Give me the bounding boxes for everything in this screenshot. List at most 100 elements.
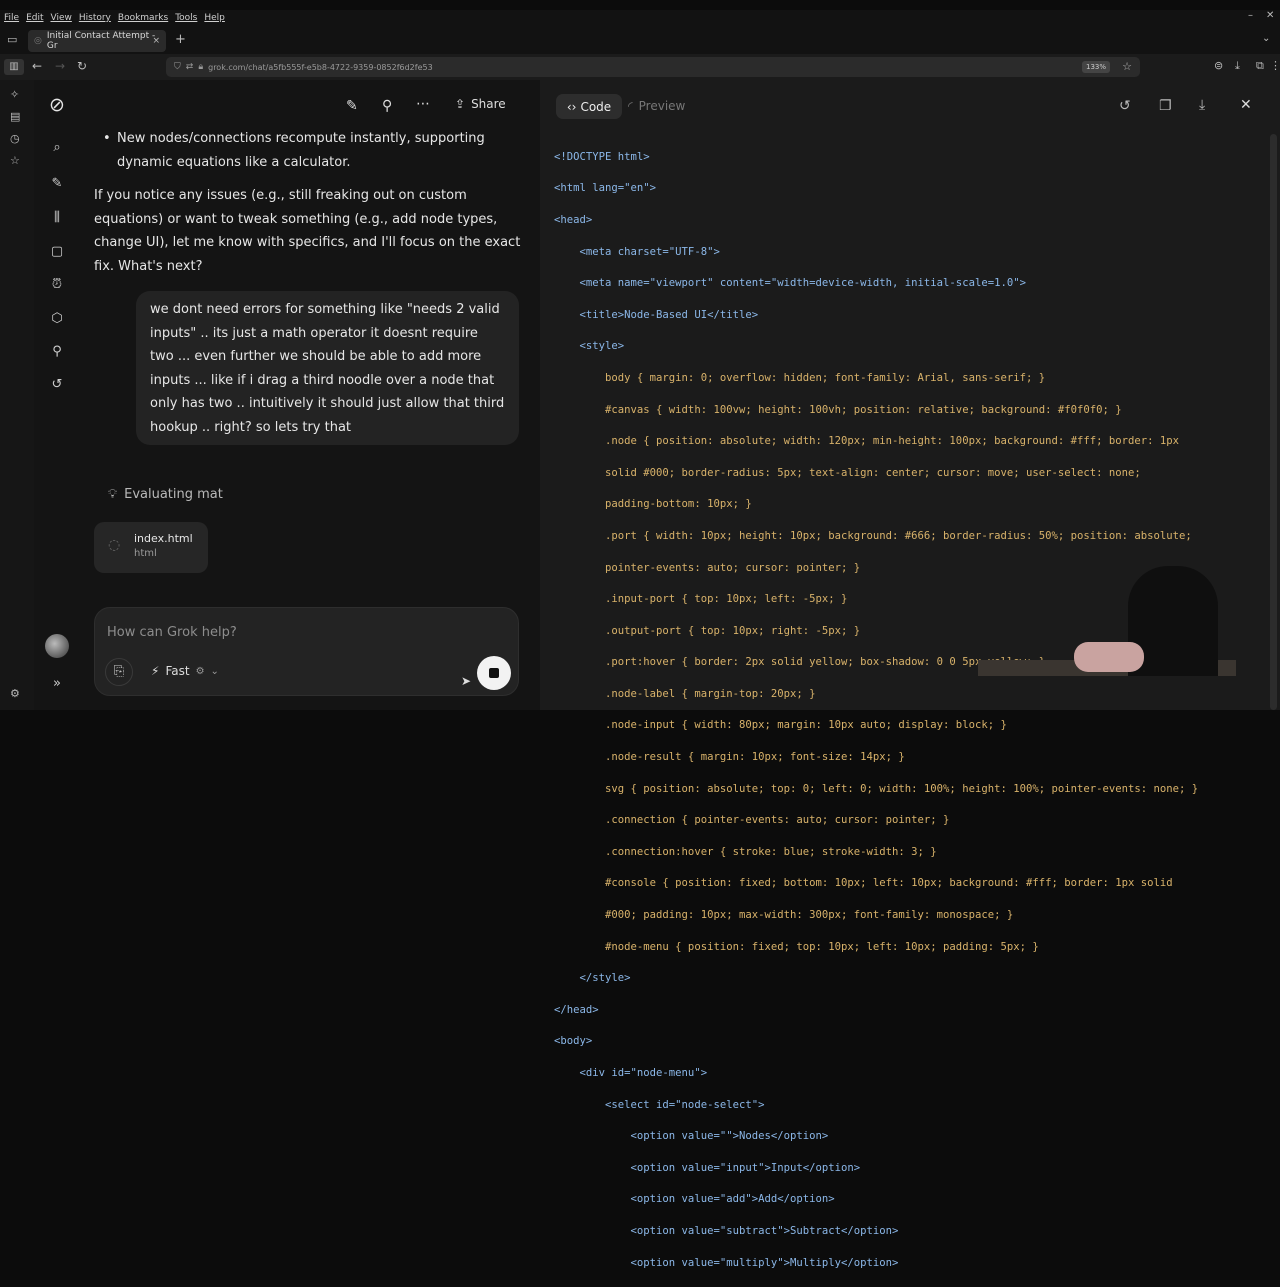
code-line: <style> [554,340,625,353]
thinking-status[interactable]: 💡︎ Evaluating mat [108,487,223,502]
history-clock-icon[interactable]: ↺ [1119,98,1131,114]
stop-icon [489,668,499,678]
ai-chat-icon[interactable]: ✧ [10,89,19,100]
share-button[interactable]: ⇪ Share [455,97,506,111]
tab-list-icon[interactable]: ▭ [7,34,17,45]
projects-icon[interactable]: ⬡ [47,311,67,326]
thinking-status-text: Evaluating mat [124,487,223,502]
code-scrollbar[interactable] [1270,134,1277,710]
history-icon[interactable]: ◷ [10,133,20,144]
edit-icon[interactable]: ✎ [346,98,358,114]
menu-help[interactable]: Help [204,13,225,23]
settings-gear-icon[interactable]: ⚙ [10,688,20,699]
tab-code-label: Code [580,99,612,114]
code-line: #console { position: fixed; bottom: 10px… [554,877,1173,890]
preview-spinner-icon: ◜ [628,99,633,113]
tab-bar: ▭ ◎ Initial Contact Attempt - Gr × + ⌄ [0,26,1280,54]
tab-code[interactable]: ‹› Code [556,94,622,119]
stop-button[interactable] [477,656,511,690]
mode-label: Fast [165,664,190,678]
code-line: #canvas { width: 100vw; height: 100vh; p… [554,403,1122,416]
tab-close-icon[interactable]: × [152,36,160,46]
code-line: <option value="add">Add</option> [554,1193,835,1206]
chevron-down-icon[interactable]: ⌄ [1262,34,1270,44]
code-line: <head> [554,213,593,226]
attach-icon[interactable]: ⎘ [105,658,133,686]
code-line: <!DOCTYPE html> [554,150,650,163]
reload-icon[interactable]: ↻ [77,60,87,72]
code-line: <body> [554,1035,593,1048]
code-line: <title>Node-Based UI</title> [554,308,759,321]
webcam-hands [1074,642,1144,672]
nav-bar: ▥ ← → ↻ ⛉ ⇄ 🔒︎ grok.com/chat/a5fb555f-e5… [0,54,1280,80]
mode-selector[interactable]: ⚡︎ Fast ⚙ ⌄ [151,664,219,678]
menu-bar: File Edit View History Bookmarks Tools H… [0,10,1280,26]
menu-file[interactable]: File [4,13,19,23]
more-icon[interactable]: ⋯ [416,96,430,112]
tab-active[interactable]: ◎ Initial Contact Attempt - Gr × [28,30,166,52]
bullet-item: • New nodes/connections recompute instan… [103,127,513,174]
code-line: svg { position: absolute; top: 0; left: … [554,782,1199,795]
code-line: <option value="multiply">Multiply</optio… [554,1256,899,1269]
code-line: <meta name="viewport" content="width=dev… [554,277,1026,290]
extensions-icon[interactable]: ⧉ [1256,60,1264,71]
chevron-down-icon: ⌄ [210,665,219,677]
new-tab-icon[interactable]: + [175,33,186,46]
tab-favicon-icon: ◎ [34,36,42,46]
close-panel-icon[interactable]: ✕ [1240,97,1252,113]
bookmark-star-icon[interactable]: ☆ [1122,60,1132,73]
close-window-icon[interactable]: ✕ [1266,10,1274,21]
mouse-cursor-icon: ➤ [461,674,472,688]
grok-logo-icon[interactable]: ⊘ [47,94,67,116]
file-card[interactable]: ◌ index.html html [94,522,208,573]
menu-view[interactable]: View [51,13,72,23]
tasks-icon[interactable]: ⏰︎ [47,277,67,292]
sidebar-toggle-icon[interactable]: ▥ [4,59,24,75]
share-label: Share [471,97,506,111]
sync-icon[interactable]: ⊜ [1214,60,1223,71]
menu-bookmarks[interactable]: Bookmarks [118,13,168,23]
menu-history[interactable]: History [79,13,111,23]
code-line: solid #000; border-radius: 5px; text-ali… [554,466,1141,479]
code-line: .node { position: absolute; width: 120px… [554,435,1180,448]
tab-preview-label: Preview [638,99,686,113]
new-chat-icon[interactable]: ✎ [47,176,67,191]
code-line: .connection { pointer-events: auto; curs… [554,814,950,827]
forward-icon[interactable]: → [55,60,65,72]
pin-icon[interactable]: ⚲ [47,344,67,359]
code-line: <html lang="en"> [554,182,657,195]
code-line: .node-label { margin-top: 20px; } [554,687,816,700]
menu-icon[interactable]: ⋮ [1270,60,1280,71]
menu-edit[interactable]: Edit [26,13,43,23]
zoom-badge[interactable]: 133% [1081,61,1110,73]
chat-input[interactable]: How can Grok help? [107,625,237,640]
search-icon[interactable]: ⌕ [47,140,67,155]
voice-icon[interactable]: ⫼ [47,210,67,225]
code-line: </head> [554,1003,599,1016]
minimize-icon[interactable]: – [1248,10,1253,21]
copy-icon[interactable]: ❐ [1159,98,1172,114]
files-icon[interactable]: ▢ [47,244,67,259]
pin-chat-icon[interactable]: ⚲ [382,98,392,114]
code-line: #node-menu { position: fixed; top: 10px;… [554,940,1039,953]
code-line: .port { width: 10px; height: 10px; backg… [554,529,1192,542]
download-icon[interactable]: ⤓ [1235,60,1240,71]
code-line: padding-bottom: 10px; } [554,498,752,511]
download-code-icon[interactable]: ⤓ [1199,97,1205,113]
code-line: .node-input { width: 80px; margin: 10px … [554,719,1007,732]
history-rail-icon[interactable]: ↺ [47,377,67,392]
avatar[interactable] [45,634,69,658]
bookmarks-icon[interactable]: ☆ [10,155,20,166]
code-line: .node-result { margin: 10px; font-size: … [554,751,905,764]
bolt-icon: ⚡︎ [151,664,160,678]
url-bar[interactable]: ⛉ ⇄ 🔒︎ grok.com/chat/a5fb555f-e5b8-4722-… [166,57,1140,77]
mode-settings-icon: ⚙ [195,665,205,677]
composer: How can Grok help? ⎘ ⚡︎ Fast ⚙ ⌄ ➤ [94,607,519,696]
expand-icon[interactable]: » [47,676,67,691]
back-icon[interactable]: ← [32,60,42,72]
library-icon[interactable]: ▤ [10,111,20,122]
assistant-paragraph: If you notice any issues (e.g., still fr… [94,188,521,274]
tab-preview[interactable]: ◜ Preview [628,99,685,113]
code-line: <meta charset="UTF-8"> [554,245,720,258]
menu-tools[interactable]: Tools [175,13,197,23]
